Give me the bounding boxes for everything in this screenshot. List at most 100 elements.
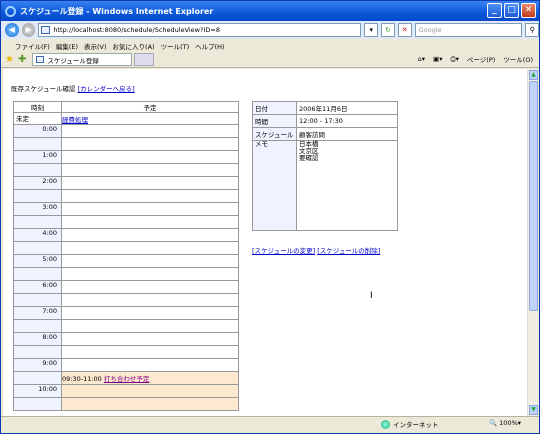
date-label: 日付 bbox=[252, 101, 297, 115]
page-title: 既存スケジュール確認 bbox=[11, 85, 76, 93]
schedule-table: 時刻 予定 未定 経費処理 0:00 1:00 2:00 3:00 4:00 5… bbox=[13, 101, 239, 411]
hour-slot[interactable] bbox=[61, 176, 239, 190]
hour-label: 1:00 bbox=[13, 150, 62, 164]
zoom-icon: 🔍 bbox=[489, 419, 498, 427]
half-slot[interactable] bbox=[61, 189, 239, 203]
menu-edit[interactable]: 編集(E) bbox=[56, 41, 78, 51]
menu-view[interactable]: 表示(V) bbox=[84, 41, 107, 51]
tools-menu[interactable]: ツール(O) bbox=[503, 54, 533, 64]
hour-slot[interactable] bbox=[61, 358, 239, 372]
page-icon bbox=[41, 26, 51, 34]
hour-slot[interactable] bbox=[61, 150, 239, 164]
page-menu[interactable]: ページ(P) bbox=[467, 54, 495, 64]
hour-label-half bbox=[13, 267, 62, 281]
vertical-scrollbar[interactable]: ▲ ▼ bbox=[527, 69, 538, 416]
hour-slot[interactable] bbox=[61, 124, 239, 138]
back-to-calendar-link[interactable]: [カレンダーへ戻る] bbox=[78, 85, 135, 93]
hour-label-half bbox=[13, 215, 62, 229]
search-input[interactable]: Google bbox=[414, 23, 523, 37]
untimed-cell: 経費処理 bbox=[61, 112, 239, 125]
menu-tools[interactable]: ツール(T) bbox=[161, 41, 190, 51]
menu-favorites[interactable]: お気に入り(A) bbox=[113, 41, 155, 51]
zoom-control[interactable]: 🔍 100%▾ bbox=[489, 419, 521, 427]
hour-label: 6:00 bbox=[13, 280, 62, 294]
hour-slot[interactable] bbox=[61, 306, 239, 320]
hour-label-half bbox=[13, 293, 62, 307]
half-slot[interactable] bbox=[61, 267, 239, 281]
hour-label-half bbox=[13, 163, 62, 177]
refresh-icon[interactable]: ↻ bbox=[381, 23, 395, 37]
close-button[interactable]: ✕ bbox=[521, 3, 536, 18]
time-value: 12:00 - 17:30 bbox=[296, 114, 398, 128]
hour-label: 3:00 bbox=[13, 202, 62, 216]
favorites-star-icon[interactable]: ★ bbox=[5, 54, 14, 65]
ie-logo-icon bbox=[5, 5, 16, 17]
stop-icon[interactable]: ✕ bbox=[397, 23, 412, 37]
half-slot[interactable] bbox=[61, 215, 239, 229]
edit-schedule-link[interactable]: [スケジュールの変更] bbox=[252, 247, 315, 255]
home-icon[interactable]: ⌂▾ bbox=[418, 55, 425, 63]
untimed-item-link[interactable]: 経費処理 bbox=[62, 116, 88, 124]
zone-label: インターネット bbox=[393, 421, 439, 429]
hour-label-half bbox=[13, 189, 62, 203]
hour-label-half bbox=[13, 371, 62, 385]
forward-icon[interactable]: ▶ bbox=[21, 23, 36, 37]
globe-icon bbox=[381, 419, 390, 429]
print-icon[interactable]: ⎙▾ bbox=[450, 55, 458, 64]
hour-label: 7:00 bbox=[13, 306, 62, 320]
schedule-detail-table: 日付 2006年11月6日 時間 12:00 - 17:30 スケジュール 顧客訪問 … bbox=[252, 101, 398, 231]
search-icon[interactable]: ⚲ bbox=[525, 23, 539, 37]
hour-slot[interactable] bbox=[61, 254, 239, 268]
address-bar[interactable]: http://localhost:8080/schedule/ScheduleV… bbox=[38, 23, 362, 37]
hour-label: 4:00 bbox=[13, 228, 62, 242]
hour-label-half bbox=[13, 319, 62, 333]
new-tab-button[interactable] bbox=[134, 53, 155, 66]
hour-label-half bbox=[13, 397, 62, 411]
time-label: 時間 bbox=[252, 114, 297, 128]
tab-toolbar: ★ ✚ スケジュール登録 ⌂▾ ▣▾ ⎙▾ ページ(P) ツール(O) bbox=[1, 52, 539, 68]
half-slot[interactable] bbox=[61, 163, 239, 177]
maximize-button[interactable]: □ bbox=[504, 3, 519, 18]
half-slot[interactable] bbox=[61, 319, 239, 333]
window-title: スケジュール登録 - Windows Internet Explorer bbox=[20, 6, 214, 16]
tab-schedule[interactable]: スケジュール登録 bbox=[32, 53, 133, 66]
hour-label-half bbox=[13, 137, 62, 151]
half-slot[interactable] bbox=[61, 345, 239, 359]
delete-schedule-link[interactable]: [スケジュールの削除] bbox=[317, 247, 380, 255]
event-time: 09:30-11:00 bbox=[62, 375, 102, 383]
half-slot[interactable] bbox=[61, 137, 239, 151]
date-value: 2006年11月6日 bbox=[296, 101, 398, 115]
scroll-down-icon[interactable]: ▼ bbox=[529, 405, 538, 415]
menu-bar: ファイル(F) 編集(E) 表示(V) お気に入り(A) ツール(T) ヘルプ(… bbox=[1, 39, 539, 52]
back-icon[interactable]: ◀ bbox=[5, 23, 19, 37]
scroll-thumb[interactable] bbox=[529, 81, 538, 311]
col-time-header: 時刻 bbox=[13, 101, 62, 113]
dropdown-icon[interactable]: ▾ bbox=[364, 23, 379, 37]
detail-actions: [スケジュールの変更] [スケジュールの削除] bbox=[252, 245, 380, 255]
hour-label: 10:00 bbox=[13, 384, 62, 398]
text-cursor-icon: I bbox=[370, 291, 373, 301]
half-slot[interactable] bbox=[61, 293, 239, 307]
event-link[interactable]: 打ち合わせ予定 bbox=[104, 375, 150, 383]
zoom-level: 100% bbox=[499, 419, 518, 427]
hour-label: 8:00 bbox=[13, 332, 62, 346]
menu-help[interactable]: ヘルプ(H) bbox=[195, 41, 224, 51]
hour-slot[interactable] bbox=[61, 202, 239, 216]
menu-file[interactable]: ファイル(F) bbox=[15, 41, 50, 51]
scroll-up-icon[interactable]: ▲ bbox=[529, 70, 538, 80]
add-favorite-icon[interactable]: ✚ bbox=[18, 54, 26, 65]
event-continuation bbox=[61, 384, 239, 398]
feeds-icon[interactable]: ▣▾ bbox=[433, 55, 442, 63]
hour-label-half bbox=[13, 241, 62, 255]
schedule-value: 顧客訪問 bbox=[296, 127, 398, 141]
untimed-label: 未定 bbox=[13, 112, 62, 125]
hour-slot[interactable] bbox=[61, 228, 239, 242]
half-slot[interactable] bbox=[61, 241, 239, 255]
hour-slot[interactable] bbox=[61, 280, 239, 294]
hour-slot[interactable] bbox=[61, 332, 239, 346]
minimize-button[interactable]: _ bbox=[487, 3, 502, 18]
memo-value: 日本橋 文京区 要確認 bbox=[296, 140, 398, 231]
status-bar: インターネット 🔍 100%▾ bbox=[1, 416, 539, 433]
address-row: ◀ ▶ http://localhost:8080/schedule/Sched… bbox=[1, 21, 539, 39]
schedule-label: スケジュール bbox=[252, 127, 297, 141]
